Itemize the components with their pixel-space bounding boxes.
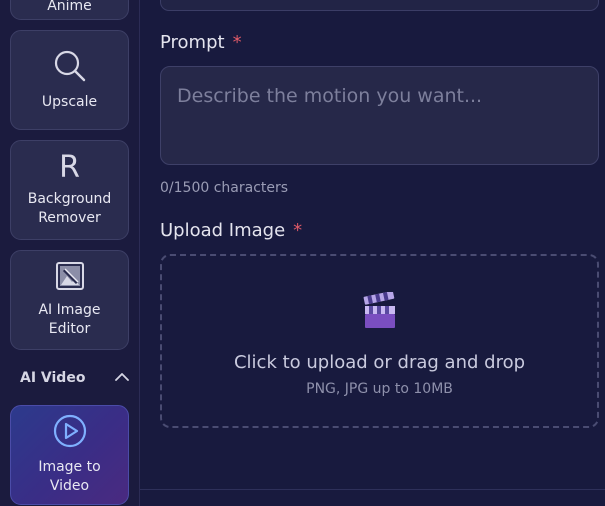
prompt-placeholder: Describe the motion you want... bbox=[177, 85, 483, 107]
required-mark: * bbox=[293, 220, 303, 241]
tool-anime[interactable]: Anime bbox=[10, 0, 129, 20]
background-remover-icon: R bbox=[59, 150, 80, 185]
required-mark: * bbox=[232, 32, 242, 53]
section-ai-video[interactable]: AI Video bbox=[20, 366, 130, 390]
character-counter: 0/1500 characters bbox=[160, 180, 289, 196]
tool-upscale-label: Upscale bbox=[41, 93, 98, 110]
clapperboard-icon bbox=[363, 290, 397, 334]
tool-anime-label: Anime bbox=[47, 0, 92, 14]
tool-upscale[interactable]: Upscale bbox=[10, 30, 129, 130]
tool-ai-image-editor[interactable]: AI Image Editor bbox=[10, 250, 129, 350]
tool-image-to-video[interactable]: Image to Video bbox=[10, 405, 129, 505]
upload-dropzone[interactable]: Click to upload or drag and drop PNG, JP… bbox=[160, 254, 599, 428]
image-edit-icon bbox=[55, 261, 85, 295]
prompt-label: Prompt * bbox=[160, 32, 242, 53]
dropzone-subtitle: PNG, JPG up to 10MB bbox=[306, 381, 453, 397]
sidebar: Anime Upscale R Background Remover AI Im… bbox=[0, 0, 140, 506]
previous-field[interactable] bbox=[160, 0, 599, 11]
prompt-label-text: Prompt bbox=[160, 32, 225, 53]
divider bbox=[140, 489, 605, 490]
tool-image-to-video-label: Image to Video bbox=[38, 459, 101, 494]
magnifier-icon bbox=[53, 49, 87, 87]
prompt-textarea[interactable]: Describe the motion you want... bbox=[160, 66, 599, 165]
upload-label: Upload Image * bbox=[160, 220, 302, 241]
section-ai-video-title: AI Video bbox=[20, 370, 86, 386]
main-panel: Prompt * Describe the motion you want... … bbox=[140, 0, 605, 506]
upload-label-text: Upload Image bbox=[160, 220, 286, 241]
tool-background-remover[interactable]: R Background Remover bbox=[10, 140, 129, 240]
tool-ai-image-editor-label: AI Image Editor bbox=[38, 302, 101, 337]
play-circle-icon bbox=[53, 414, 87, 452]
chevron-up-icon bbox=[114, 370, 130, 386]
tool-background-remover-label: Background Remover bbox=[27, 191, 112, 226]
dropzone-title: Click to upload or drag and drop bbox=[233, 352, 526, 373]
